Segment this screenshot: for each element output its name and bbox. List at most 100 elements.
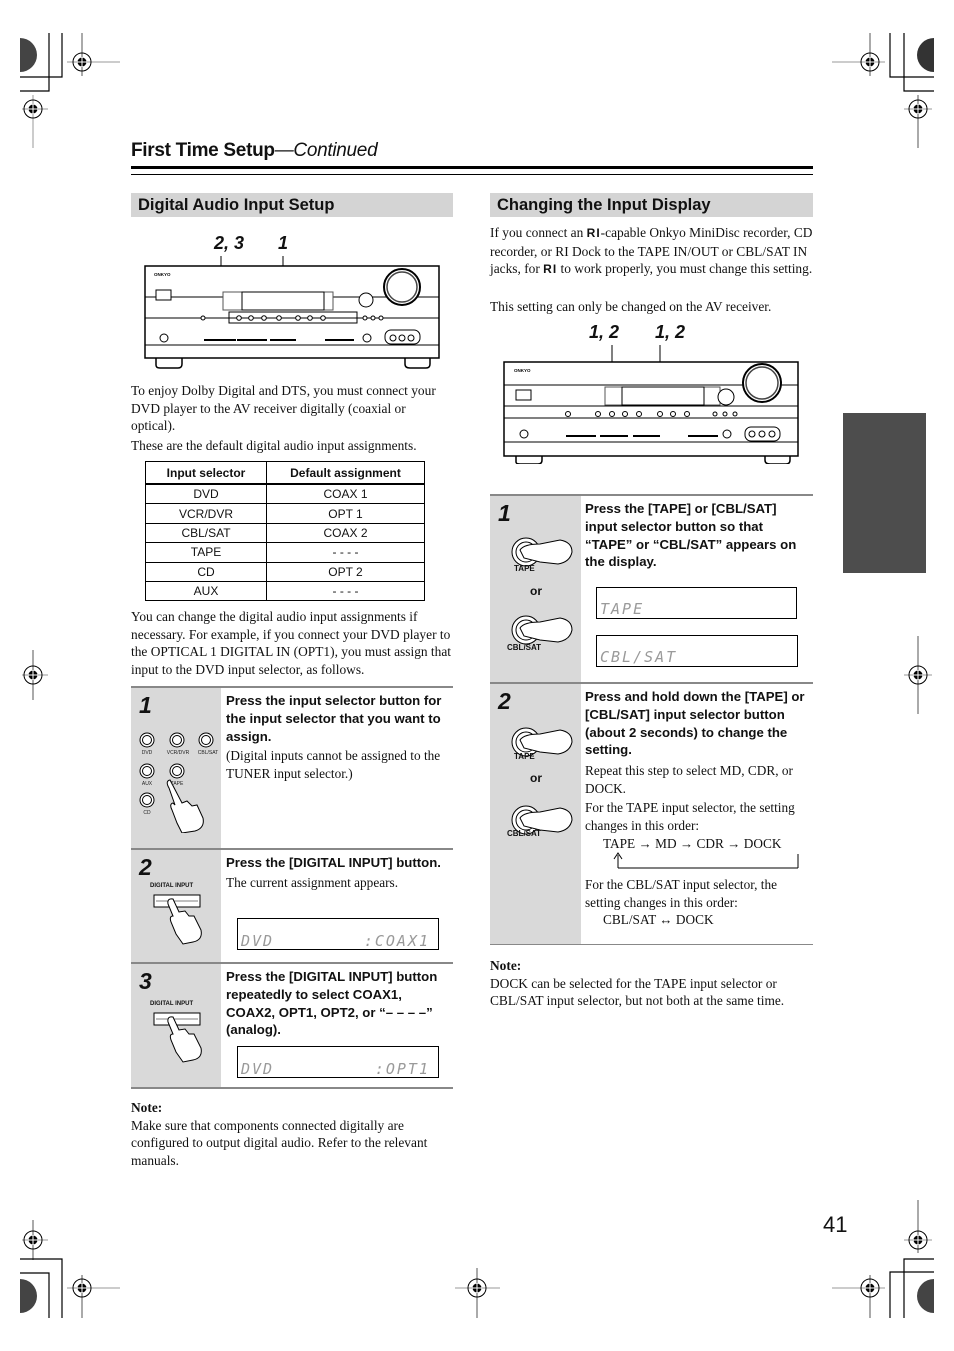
intro-paragraph-2: These are the default digital audio inpu…	[131, 438, 417, 453]
table-cell: VCR/DVR	[145, 503, 267, 524]
intro-paragraph: To enjoy Dolby Digital and DTS, you must…	[131, 383, 436, 434]
table-cell: DVD	[145, 483, 267, 505]
lcd-assignment: :COAX1	[363, 932, 430, 950]
step-body-tape-order: For the TAPE input selector, the setting…	[585, 800, 795, 833]
right-note: Note: DOCK can be selected for the TAPE …	[490, 957, 815, 1010]
ri-intro-paragraph: If you connect an RI-capable Onkyo MiniD…	[490, 224, 815, 279]
cblsat-label: CBL/SAT	[507, 643, 542, 652]
section-title-changing-input-display: Changing the Input Display	[490, 193, 813, 217]
step-number: 1	[498, 500, 511, 526]
ri-logo-icon: RI	[586, 226, 601, 240]
step-heading: Press the [TAPE] or [CBL/SAT] input sele…	[585, 501, 797, 570]
right-step-2: 2 TAPE or CBL/SAT Press and hold down th…	[490, 682, 813, 945]
brand-logo: ONKYO	[154, 272, 171, 277]
table-header-row: Input selector Default assignment	[145, 461, 425, 485]
column-header-input-selector: Input selector	[145, 461, 267, 485]
table-cell: - - - -	[266, 542, 425, 563]
cblsat-cycle-sequence: CBL/SAT ↔ DOCK	[603, 912, 714, 928]
step-number: 2	[498, 688, 511, 714]
pointing-hand-icon	[166, 779, 204, 833]
button-label-tape: TAPE	[170, 781, 184, 787]
page-number: 41	[823, 1212, 848, 1237]
chapter-tab-marker	[843, 413, 926, 573]
table-cell: CD	[145, 561, 267, 582]
step-body-cblsat-order: For the CBL/SAT input selector, the sett…	[585, 877, 778, 910]
registration-mark-middle-left	[22, 650, 48, 700]
or-label: or	[530, 771, 542, 785]
left-step-2: 2 DIGITAL INPUT Press the [DIGITAL INPUT…	[131, 848, 453, 962]
step-heading: Press the [DIGITAL INPUT] button repeate…	[226, 969, 438, 1038]
lcd-display-opt1: DVD :OPT1	[237, 1046, 439, 1078]
lcd-display-tape: TAPE	[596, 587, 797, 619]
step-heading: Press the input selector button for the …	[226, 693, 442, 744]
registration-mark-middle-right	[904, 636, 932, 714]
intro-text-part: If you connect an	[490, 225, 587, 240]
ri-logo-icon: RI	[543, 262, 558, 277]
cblsat-label: CBL/SAT	[507, 829, 542, 838]
digital-input-button-icon	[153, 1012, 202, 1063]
note-title: Note:	[131, 1100, 163, 1115]
intro-text-part: to work properly, you must change this s…	[557, 261, 813, 277]
button-label-aux: AUX	[141, 781, 153, 787]
step-body-repeat: Repeat this step to select MD, CDR, or D…	[585, 763, 793, 796]
table-cell: OPT 2	[266, 561, 425, 582]
table-row: CBL/SAT COAX 2	[145, 522, 425, 544]
column-header-default-assignment: Default assignment	[266, 461, 425, 485]
digital-input-button-icon	[153, 894, 202, 945]
av-receiver-illustration: ONKYO	[503, 345, 799, 464]
registration-mark-bottom-center	[455, 1268, 500, 1318]
registration-mark-bottom-left	[20, 1220, 120, 1318]
header-rule-thin	[131, 174, 813, 175]
table-cell: - - - -	[266, 580, 425, 602]
tape-label: TAPE	[514, 752, 535, 761]
step-number: 3	[139, 968, 152, 994]
step-number: 1	[139, 692, 152, 718]
table-row: CD OPT 2	[145, 561, 425, 582]
tape-cycle-sequence: TAPE → MD → CDR → DOCK	[603, 835, 782, 851]
page-title-main: First Time Setup	[131, 140, 275, 161]
button-label-dvd: DVD	[141, 750, 153, 756]
left-step-1: 1 DVD VCR/DVR CBL/SAT AUX TAPE CD Press …	[131, 686, 453, 848]
or-label: or	[530, 584, 542, 598]
tape-label: TAPE	[514, 564, 535, 573]
digital-input-button-label: DIGITAL INPUT	[150, 1001, 194, 1007]
lcd-assignment: :OPT1	[374, 1060, 430, 1078]
button-label-cbl-sat: CBL/SAT	[197, 750, 219, 756]
button-label-cd: CD	[143, 810, 151, 816]
lcd-display-cblsat: CBL/SAT	[596, 635, 798, 667]
registration-mark-top-left	[20, 33, 120, 148]
table-row: AUX - - - -	[145, 580, 425, 602]
digital-input-button-label: DIGITAL INPUT	[150, 883, 194, 889]
table-row: TAPE - - - -	[145, 542, 425, 563]
table-cell: TAPE	[145, 542, 267, 563]
page-title: First Time Setup—Continued	[131, 140, 378, 162]
step-body: The current assignment appears.	[226, 874, 399, 890]
callout-step-1: 1	[278, 233, 289, 253]
header-rule-thick	[131, 166, 813, 169]
cycle-return-arrow-icon	[613, 852, 799, 869]
assignment-change-paragraph: You can change the digital audio input a…	[131, 609, 452, 677]
button-label-vcr-dvr: VCR/DVR	[166, 750, 190, 756]
receiver-only-paragraph: This setting can only be changed on the …	[490, 299, 772, 314]
step-heading: Press the [DIGITAL INPUT] button.	[226, 855, 441, 870]
note-body: DOCK can be selected for the TAPE input …	[490, 975, 785, 1009]
table-row: VCR/DVR OPT 1	[145, 503, 425, 524]
table-cell: CBL/SAT	[145, 522, 267, 544]
step-heading: Press and hold down the [TAPE] or [CBL/S…	[585, 689, 805, 758]
right-step-1: 1 TAPE or CBL/SAT Press the [TAPE] or [C…	[490, 494, 813, 682]
av-receiver-illustration: ONKYO	[144, 256, 440, 369]
table-row: DVD COAX 1	[145, 483, 425, 505]
note-title: Note:	[490, 958, 522, 973]
callout-tape-button: 1, 2	[589, 322, 620, 342]
table-cell: AUX	[145, 580, 267, 602]
table-cell: COAX 1	[266, 483, 425, 505]
brand-logo: ONKYO	[514, 368, 531, 373]
left-step-3: 3 DIGITAL INPUT Press the [DIGITAL INPUT…	[131, 962, 453, 1089]
default-assignment-table: Input selector Default assignment DVD COA…	[145, 461, 425, 602]
step-body: (Digital inputs cannot be assigned to th…	[226, 748, 441, 781]
step-number: 2	[139, 854, 152, 880]
note-body: Make sure that components connected digi…	[131, 1117, 428, 1168]
table-cell: COAX 2	[266, 522, 425, 544]
registration-mark-top-right	[832, 33, 934, 148]
callout-steps-2-3: 2, 3	[214, 233, 245, 253]
